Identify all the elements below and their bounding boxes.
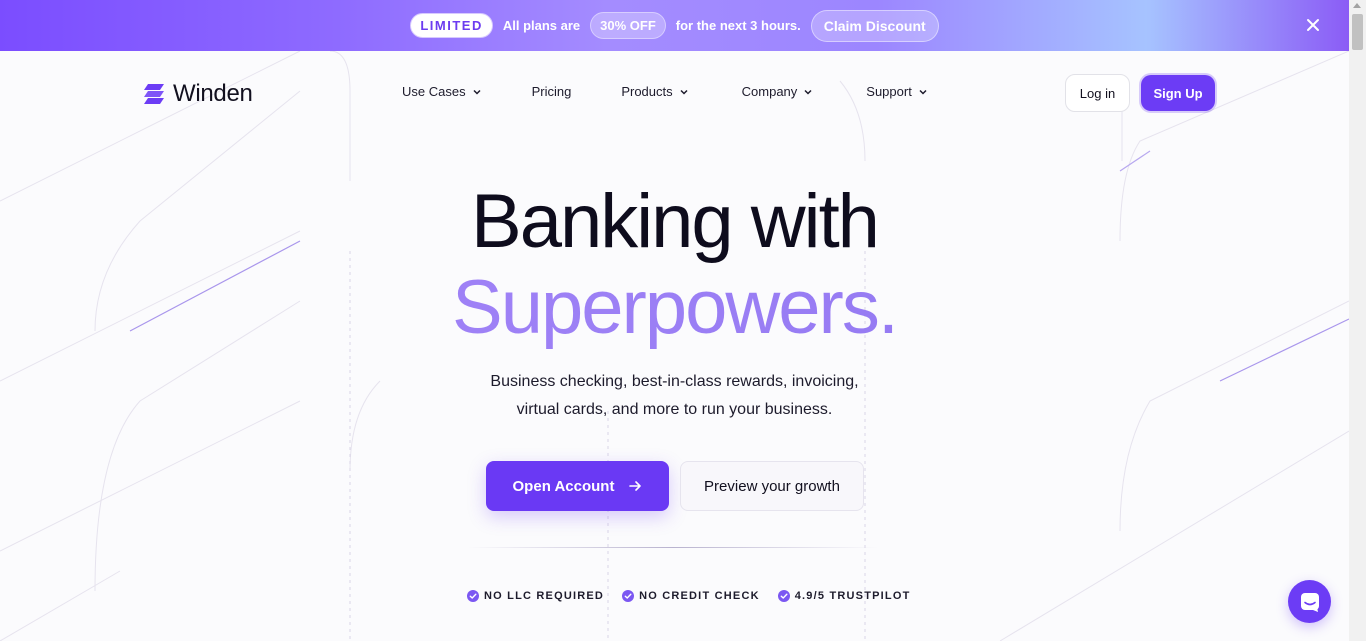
hero-title-line2: Superpowers. [0, 262, 1349, 354]
divider [468, 547, 878, 548]
nav-use-cases[interactable]: Use Cases [402, 84, 482, 99]
signup-button[interactable]: Sign Up [1141, 75, 1215, 111]
page-scrollbar[interactable] [1349, 0, 1366, 641]
main-nav: Winden Use Cases Pricing Products Compan… [0, 51, 1349, 135]
preview-growth-button[interactable]: Preview your growth [680, 461, 864, 511]
login-button[interactable]: Log in [1065, 74, 1130, 112]
nav-support[interactable]: Support [866, 84, 928, 99]
nav-company[interactable]: Company [742, 84, 814, 99]
chevron-down-icon [919, 89, 927, 95]
chevron-down-icon [473, 89, 481, 95]
check-circle-icon [622, 590, 635, 602]
chevron-down-icon [680, 89, 688, 95]
check-circle-icon [467, 590, 479, 602]
nav-links: Use Cases Pricing Products Company Suppo… [402, 84, 928, 99]
hero-subtitle: Business checking, best-in-class rewards… [0, 368, 1349, 424]
winden-logo-icon [144, 84, 164, 104]
claim-discount-button[interactable]: Claim Discount [810, 9, 939, 42]
badge-no-credit-check: NO CREDIT CHECK [622, 590, 760, 602]
nav-company-label: Company [741, 84, 798, 99]
brand-logo[interactable]: Winden [142, 80, 253, 108]
chat-launcher-button[interactable] [1288, 580, 1331, 623]
discount-badge: 30% OFF [590, 12, 666, 39]
chevron-down-icon [804, 89, 812, 95]
promo-banner: LIMITED All plans are 30% OFF for the ne… [0, 0, 1349, 51]
scroll-up-arrow-icon[interactable] [1353, 3, 1361, 8]
nav-pricing-label: Pricing [531, 84, 572, 99]
hero-title-line1: Banking with [471, 179, 880, 264]
check-circle-icon [777, 590, 790, 602]
badge-no-llc: NO LLC REQUIRED [467, 590, 604, 602]
promo-text-after: for the next 3 hours. [675, 18, 801, 33]
trust-badges: NO LLC REQUIRED NO CREDIT CHECK 4.9/5 TR… [467, 590, 911, 602]
nav-pricing[interactable]: Pricing [532, 84, 572, 99]
open-account-button[interactable]: Open Account [486, 461, 669, 511]
nav-use-cases-label: Use Cases [402, 84, 466, 99]
arrow-right-icon [629, 481, 642, 491]
brand-name: Winden [173, 80, 253, 107]
open-account-label: Open Account [512, 477, 615, 495]
promo-text-before: All plans are [502, 18, 581, 33]
hero-subtitle-line2: virtual cards, and more to run your busi… [516, 401, 833, 418]
nav-products-label: Products [621, 84, 673, 99]
hero-subtitle-line1: Business checking, best-in-class rewards… [490, 373, 859, 390]
close-icon[interactable] [1305, 17, 1321, 33]
nav-products[interactable]: Products [621, 84, 688, 99]
limited-badge: LIMITED [410, 13, 493, 38]
nav-support-label: Support [866, 84, 912, 99]
badge-trustpilot: 4.9/5 TRUSTPILOT [777, 590, 911, 602]
badge-no-llc-label: NO LLC REQUIRED [484, 590, 605, 602]
badge-no-credit-check-label: NO CREDIT CHECK [639, 590, 760, 602]
badge-trustpilot-label: 4.9/5 TRUSTPILOT [794, 590, 911, 602]
scroll-thumb[interactable] [1352, 14, 1363, 50]
chat-icon [1300, 592, 1319, 612]
